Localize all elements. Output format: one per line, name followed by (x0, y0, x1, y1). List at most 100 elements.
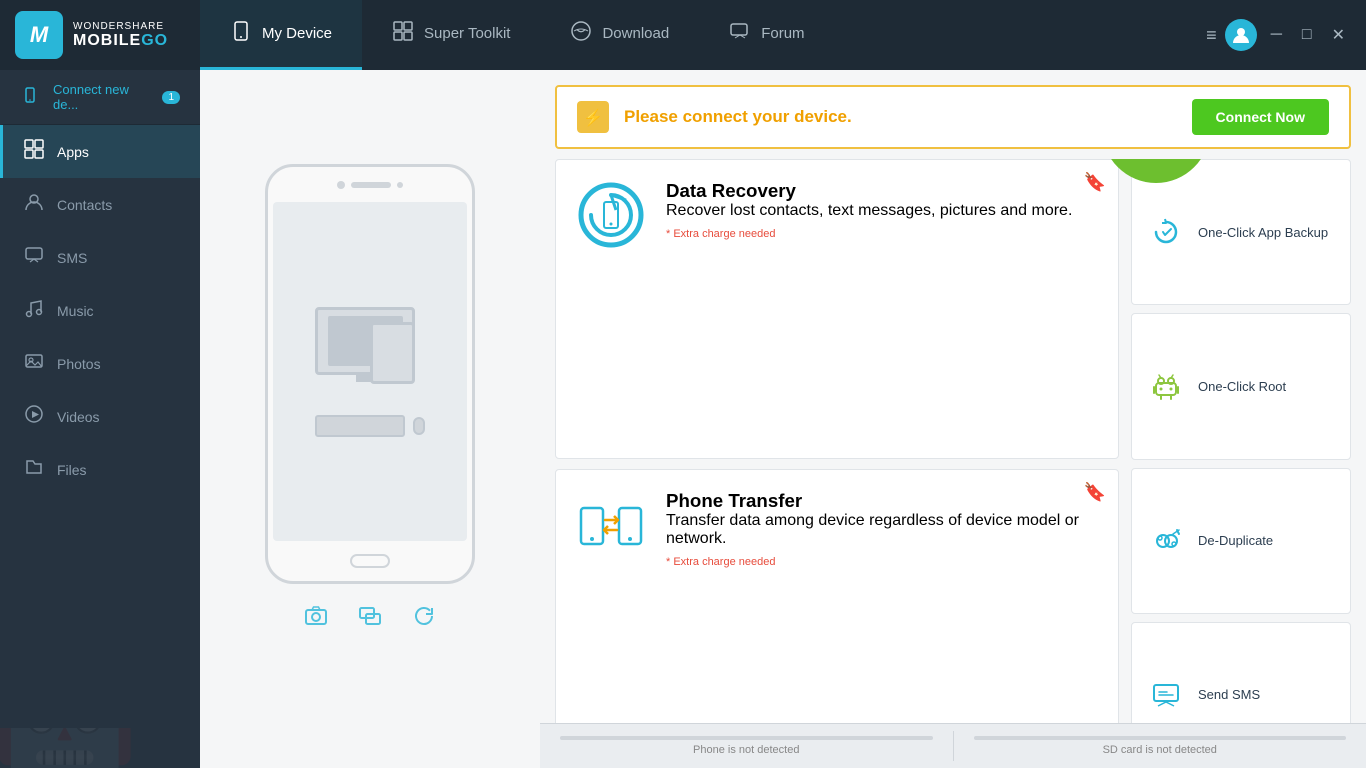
refresh-button[interactable] (412, 604, 436, 634)
data-recovery-title: Data Recovery (666, 180, 1072, 202)
sd-card-status: SD card is not detected (953, 731, 1366, 761)
phone-status: Phone is not detected (540, 731, 953, 761)
phone-transfer-desc: Transfer data among device regardless of… (666, 512, 1098, 548)
data-recovery-desc: Recover lost contacts, text messages, pi… (666, 202, 1072, 220)
data-recovery-card[interactable]: 🔖 D (555, 159, 1119, 459)
tab-forum[interactable]: Forum (699, 0, 834, 70)
phone-transfer-title: Phone Transfer (666, 490, 1098, 512)
music-icon (23, 298, 45, 323)
screen-mirror-button[interactable] (358, 604, 382, 634)
phone-home-button (350, 554, 390, 568)
camera-button[interactable] (304, 604, 328, 634)
logo-area: M WONDERSHARE MOBILEGO (0, 0, 200, 70)
videos-label: Videos (57, 409, 100, 425)
forum-icon (729, 20, 751, 48)
screen-peripherals (315, 415, 425, 437)
connect-banner-text: Please connect your device. (624, 107, 1177, 127)
svg-text:⚡: ⚡ (583, 108, 603, 127)
menu-icon[interactable]: ≡ (1206, 25, 1217, 46)
phone-dot (397, 182, 403, 188)
connect-new-device[interactable]: Connect new de... 1 (0, 70, 200, 125)
phone-top (268, 167, 472, 202)
tab-download[interactable]: Download (540, 0, 699, 70)
sidebar-item-music[interactable]: Music (0, 284, 200, 337)
data-recovery-charge: * Extra charge needed (666, 228, 1072, 240)
phone-progress-bar (560, 736, 933, 740)
screen-tablet (370, 322, 415, 384)
de-duplicate-label: De-Duplicate (1198, 533, 1273, 548)
videos-icon (23, 404, 45, 429)
header: M WONDERSHARE MOBILEGO My Device (0, 0, 1366, 70)
sidebar-item-files[interactable]: Files (0, 443, 200, 496)
screen-mouse (413, 417, 425, 435)
nav-tabs: My Device Super Toolkit Dow (200, 0, 1191, 70)
phone-bottom (350, 541, 390, 581)
right-content: ⚡ Please connect your device. Connect No… (540, 70, 1366, 768)
sms-icon (23, 245, 45, 270)
tool-de-duplicate[interactable]: De-Duplicate (1131, 468, 1351, 614)
super-toolkit-label: Super Toolkit (424, 25, 510, 42)
screen-devices (315, 307, 425, 397)
apps-icon (23, 139, 45, 164)
sidebar-item-sms[interactable]: SMS (0, 231, 200, 284)
my-device-label: My Device (262, 25, 332, 42)
sidebar: Connect new de... 1 Apps Contacts (0, 70, 200, 768)
connect-banner: ⚡ Please connect your device. Connect No… (555, 85, 1351, 149)
sidebar-item-photos[interactable]: Photos (0, 337, 200, 390)
tool-one-click-backup[interactable]: Drag files here to send them to your dev… (1131, 159, 1351, 305)
android-watermark: 🤖 (0, 728, 139, 768)
phone-camera (337, 181, 345, 189)
photos-label: Photos (57, 356, 101, 372)
contacts-icon (23, 192, 45, 217)
app-logo-icon: M (15, 11, 63, 59)
device-area (200, 70, 540, 768)
brand-name: WONDERSHARE (73, 21, 168, 32)
duplicate-icon (1148, 523, 1184, 559)
connect-badge: 1 (162, 91, 180, 104)
app-name: MOBILEGO (73, 32, 168, 50)
minimize-button[interactable]: ─ (1265, 24, 1288, 46)
connect-device-label: Connect new de... (53, 82, 150, 112)
music-label: Music (57, 303, 94, 319)
header-right: ≡ ─ □ ✕ (1191, 0, 1366, 70)
phone-speaker (351, 182, 391, 188)
screen-content (315, 307, 425, 437)
phone-mockup (265, 164, 475, 584)
sidebar-item-contacts[interactable]: Contacts (0, 178, 200, 231)
files-icon (23, 457, 45, 482)
close-button[interactable]: ✕ (1326, 23, 1351, 47)
sd-card-status-text: SD card is not detected (1103, 744, 1217, 756)
connect-now-button[interactable]: Connect Now (1192, 99, 1329, 135)
data-recovery-icon (576, 180, 646, 250)
banner-warning-icon: ⚡ (577, 101, 609, 133)
status-bar: Phone is not detected SD card is not det… (540, 723, 1366, 768)
phone-screen (273, 202, 467, 541)
user-avatar[interactable] (1225, 19, 1257, 51)
sms-label: SMS (57, 250, 87, 266)
download-label: Download (602, 25, 669, 42)
sidebar-item-apps[interactable]: Apps (0, 125, 200, 178)
apps-label: Apps (57, 144, 89, 160)
tools-column: Drag files here to send them to your dev… (1131, 159, 1351, 768)
photos-icon (23, 351, 45, 376)
tab-my-device[interactable]: My Device (200, 0, 362, 70)
tool-one-click-root[interactable]: One-Click Root (1131, 313, 1351, 459)
root-icon (1148, 368, 1184, 404)
maximize-button[interactable]: □ (1296, 24, 1318, 46)
sidebar-item-videos[interactable]: Videos (0, 390, 200, 443)
sd-progress-bar (974, 736, 1347, 740)
bookmark-icon-data-recovery: 🔖 (1084, 172, 1106, 193)
backup-icon (1148, 214, 1184, 250)
send-sms-label: Send SMS (1198, 687, 1260, 702)
main-content: ⚡ Please connect your device. Connect No… (200, 70, 1366, 768)
phone-status-text: Phone is not detected (693, 744, 799, 756)
contacts-label: Contacts (57, 197, 112, 213)
root-label: One-Click Root (1198, 379, 1286, 394)
tab-super-toolkit[interactable]: Super Toolkit (362, 0, 540, 70)
forum-label: Forum (761, 25, 804, 42)
phone-transfer-icon (576, 490, 646, 560)
device-bottom-icons (304, 604, 436, 634)
screen-keyboard (315, 415, 405, 437)
send-sms-icon (1148, 677, 1184, 713)
feature-cards: 🔖 D (555, 159, 1119, 768)
